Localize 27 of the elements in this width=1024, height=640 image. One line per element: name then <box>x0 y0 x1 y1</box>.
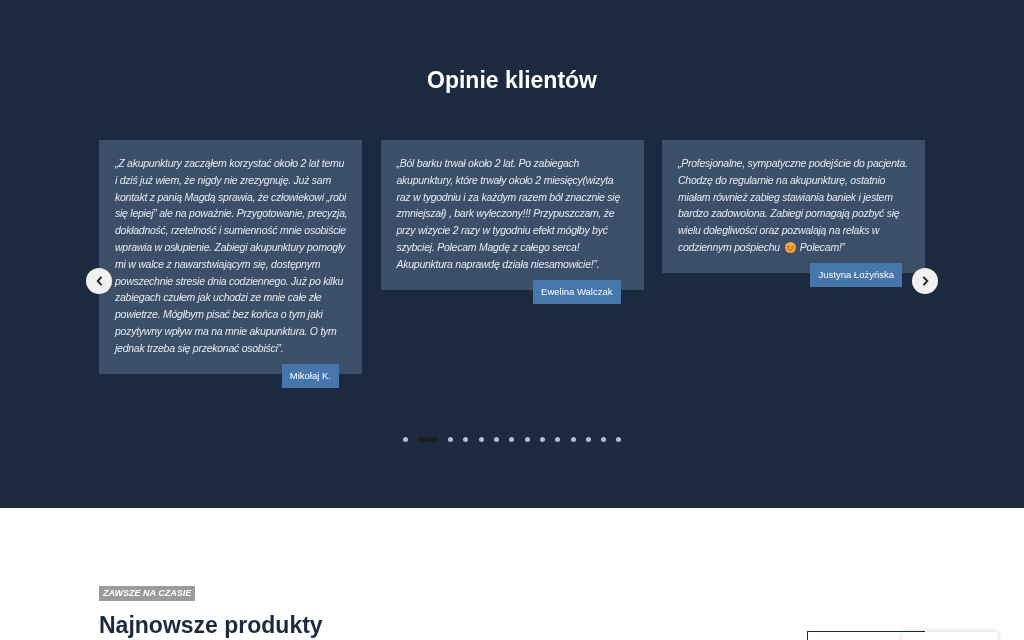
section-label: ZAWSZE NA CZASIE <box>99 586 196 601</box>
quote-text: „Z akupunktury zacząłem korzystać około 2 lat temu i dziś już wiem, że nigdy nie zrezygnuję. Już sam kontakt z panią Magdą sprawia, że człowiekowi „robi się lepiej” ale na poważnie. Przygotowanie, precyzja, dokładność, rzetelność i sumienność mnie osobiście wprawia w osłupienie. Zabiegi akupunktury pomogły mi w walce z nawarstwiającym się, dostępnym powszechnie stresie dnia codziennego. Już po kilku zabiegach czułem jak uchodzi ze mnie całe złe powietrze. Mógłbym pisać bez końca o tym jaki pozytywny wpływ ma na mnie akupunktura. O tym jednak trzeba się przekonać osobiści”. <box>115 156 348 356</box>
quote-text: „Ból barku trwał około 2 lat. Po zabiegach akupunktury, które trwały około 2 miesięcy(wizyta raz w tygodniu i za każdym razem ból znacznie się zmniejszał) , bark wyleczony!!! Przypuszczam, że przy wizycie 2 razy w tygodniu efekt mógłby być szybciej. Polecam Magdę z całego serca! Akupunktura naprawdę działa niesamowicie!”. <box>396 156 622 272</box>
carousel-dot[interactable] <box>494 437 500 442</box>
author-tag: Justyna Łożyńska <box>810 262 902 287</box>
author-tag: Mikołaj K. <box>281 363 339 388</box>
author-tag: Ewelina Walczak <box>533 279 621 304</box>
carousel-dot[interactable] <box>601 437 607 442</box>
carousel-dot[interactable] <box>585 437 591 442</box>
previous-button[interactable] <box>86 268 112 294</box>
carousel-dot[interactable] <box>539 437 545 442</box>
carousel-dot[interactable] <box>448 437 454 442</box>
carousel-dot[interactable] <box>570 437 576 442</box>
carousel-dot[interactable] <box>478 437 484 442</box>
carousel-dot[interactable] <box>616 437 622 442</box>
carousel-dot[interactable] <box>509 437 515 442</box>
smiling-face-icon <box>784 242 796 253</box>
quote-text: „Profesjonalne, sympatyczne podejście do pacjenta. Chodzę do regularnie na akupunkturę, ostatnio miałam również zabieg stawiania baniek i jestem bardzo zadowolona. Zabiegi pomagają pozbyć się wielu dolegliwości oraz pozwalają na relaks w codziennym pośpiechu Polecam!” <box>678 156 909 255</box>
chevron-left-icon <box>95 276 103 286</box>
next-button[interactable] <box>912 268 938 294</box>
carousel-dot[interactable] <box>555 437 561 442</box>
carousel-dot[interactable] <box>463 437 469 442</box>
carousel-dot[interactable] <box>402 437 408 442</box>
carousel-dot[interactable] <box>524 437 530 442</box>
section-title: Opinie klientów <box>427 66 597 95</box>
section-title: Najnowsze produkty <box>99 611 323 639</box>
chevron-right-icon <box>921 276 929 286</box>
